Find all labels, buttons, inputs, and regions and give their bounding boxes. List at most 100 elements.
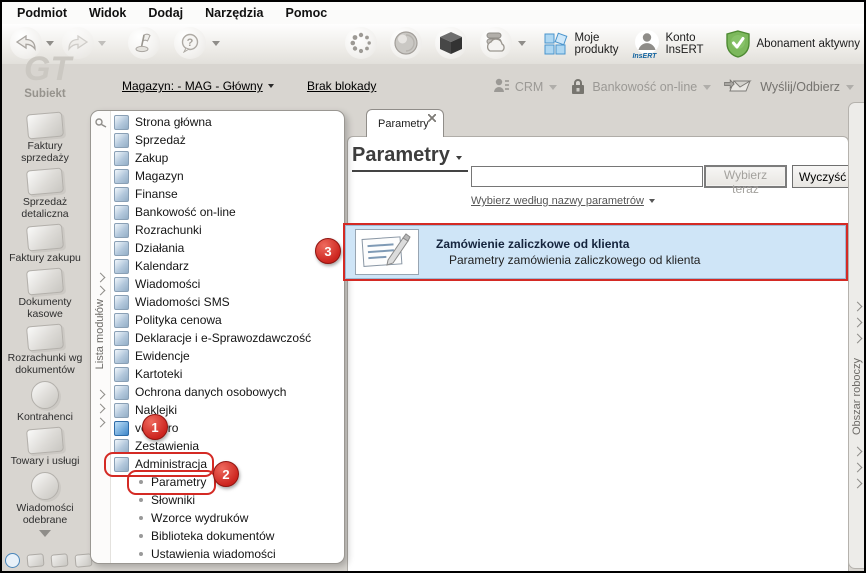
tree-item-label: Ustawienia wiadomości — [151, 547, 276, 561]
tab-parametry[interactable]: Parametry — [366, 109, 444, 137]
bankowosc-dropdown-icon — [703, 84, 712, 90]
sidebar-item-faktury-sprzedazy[interactable]: Faktury sprzedaży — [4, 111, 86, 164]
crm-button[interactable]: CRM — [493, 78, 558, 96]
tree-item-sprzedaz[interactable]: Sprzedaż — [110, 131, 343, 149]
tree-item-ochrona-danych[interactable]: Ochrona danych osobowych — [110, 383, 343, 401]
mini-module-icon[interactable] — [50, 553, 69, 568]
tree-item-kalendarz[interactable]: Kalendarz — [110, 257, 343, 275]
moje-produkty-button[interactable]: Moje produkty — [543, 31, 624, 57]
bullet-icon — [137, 516, 145, 520]
tree-item-label: Ewidencje — [135, 349, 190, 363]
tree-item-kartoteki[interactable]: Kartoteki — [110, 365, 343, 383]
tree-item-label: Wiadomości SMS — [135, 295, 230, 309]
menu-dodaj[interactable]: Dodaj — [137, 4, 194, 22]
tree-item-slowniki[interactable]: Słowniki — [110, 491, 343, 509]
sidebar-label: Faktury zakupu — [9, 252, 81, 264]
help-button[interactable]: ? — [174, 27, 206, 59]
bankowosc-button[interactable]: Bankowość on-line — [570, 79, 712, 95]
database-cloud-icon — [486, 32, 505, 52]
vendero-icon — [114, 420, 129, 436]
mini-module-icon[interactable] — [5, 553, 20, 568]
page-title[interactable]: Parametry — [352, 144, 468, 172]
bankowosc-label: Bankowość on-line — [592, 80, 698, 94]
parameter-card-zamowienie-zaliczkowe[interactable]: Zamówienie zaliczkowe od klienta Paramet… — [345, 225, 846, 279]
menu-widok[interactable]: Widok — [78, 4, 137, 22]
chevron-right-icon[interactable] — [95, 285, 106, 296]
sidebar-label: Rozrachunki wg dokumentów — [7, 352, 83, 376]
products-grid-icon — [544, 32, 568, 55]
tree-item-biblioteka-dokumentow[interactable]: Biblioteka dokumentów — [110, 527, 343, 545]
back-dropdown-icon[interactable] — [46, 41, 54, 46]
tree-item-deklaracje[interactable]: Deklaracje i e-Sprawozdawczość — [110, 329, 343, 347]
tree-item-dzialania[interactable]: Działania — [110, 239, 343, 257]
refresh-button[interactable] — [345, 27, 377, 59]
tree-item-label: Rozrachunki — [135, 223, 202, 237]
sidebar-item-wiadomosci-odebrane[interactable]: Wiadomości odebrane — [4, 472, 86, 526]
tree-item-rozrachunki[interactable]: Rozrachunki — [110, 221, 343, 239]
menu-podmiot[interactable]: Podmiot — [6, 4, 78, 22]
magazyn-selector[interactable]: Magazyn: - MAG - Główny — [122, 79, 274, 93]
sidebar-item-kontrahenci[interactable]: Kontrahenci — [4, 381, 86, 423]
wybierz-teraz-button[interactable]: Wybierz teraz — [704, 165, 787, 196]
menu-pomoc[interactable]: Pomoc — [274, 4, 338, 22]
sidebar-item-faktury-zakupu[interactable]: Faktury zakupu — [4, 223, 86, 264]
brak-blokady-label: Brak blokady — [307, 79, 377, 93]
globe-button[interactable] — [390, 27, 422, 59]
help-dropdown-icon[interactable] — [212, 41, 220, 46]
tree-item-label: Kartoteki — [135, 367, 183, 381]
konto-insert-button[interactable]: InsERT Konto InsERT — [632, 29, 715, 60]
archive-button[interactable] — [480, 27, 512, 59]
chevron-right-icon[interactable] — [95, 389, 106, 400]
tree-item-naklejki[interactable]: Naklejki — [110, 401, 343, 419]
parameter-search-input[interactable] — [471, 166, 703, 187]
sidebar-item-towary-i-uslugi[interactable]: Towary i usługi — [4, 426, 86, 467]
chevron-right-icon[interactable] — [95, 272, 106, 283]
bullet-icon — [137, 552, 145, 556]
chevron-right-icon — [852, 462, 863, 473]
bullet-icon — [137, 534, 145, 538]
pin-icon[interactable] — [94, 118, 107, 128]
mini-module-icon[interactable] — [26, 553, 45, 568]
tree-item-strona-glowna[interactable]: Strona główna — [110, 113, 343, 131]
tree-item-wzorce-wydrukow[interactable]: Wzorce wydruków — [110, 509, 343, 527]
context-bar: Magazyn: - MAG - Główny Brak blokady CRM… — [88, 64, 864, 108]
abonament-label: Abonament aktywny — [756, 37, 860, 50]
brak-blokady-link[interactable]: Brak blokady — [307, 79, 376, 93]
tree-item-bankowosc-online[interactable]: Bankowość on-line — [110, 203, 343, 221]
strona-glowna-icon — [114, 114, 129, 130]
chevron-right-icon[interactable] — [95, 403, 106, 414]
wyslij-odbierz-button[interactable]: Wyślij/Odbierz — [724, 77, 854, 97]
module-list-panel: Lista modułów Strona główna Sprzedaż Zak… — [90, 110, 345, 564]
tree-item-zakup[interactable]: Zakup — [110, 149, 343, 167]
zestawienia-icon — [114, 438, 129, 454]
archive-dropdown-icon[interactable] — [518, 41, 526, 46]
tab-close-icon[interactable] — [428, 114, 436, 122]
wyczysc-button[interactable]: Wyczyść — [792, 165, 849, 188]
menu-narzedzia[interactable]: Narzędzia — [194, 4, 274, 22]
flag-button[interactable] — [128, 27, 160, 59]
tree-item-label: Kalendarz — [135, 259, 190, 273]
abonament-button[interactable]: Abonament aktywny — [725, 30, 860, 58]
tree-item-ewidencje[interactable]: Ewidencje — [110, 347, 343, 365]
tree-item-finanse[interactable]: Finanse — [110, 185, 343, 203]
sidebar-label: Sprzedaż detaliczna — [21, 196, 69, 220]
forward-dropdown-icon[interactable] — [98, 41, 106, 46]
tree-item-magazyn[interactable]: Magazyn — [110, 167, 343, 185]
obszar-roboczy-strip[interactable]: Obszar roboczy — [848, 102, 864, 569]
tree-item-ustawienia-wiadomosci[interactable]: Ustawienia wiadomości — [110, 545, 343, 563]
tree-item-zestawienia[interactable]: Zestawienia — [110, 437, 343, 455]
filter-by-name-link[interactable]: Wybierz według nazwy parametrów — [471, 195, 655, 207]
sidebar-item-dokumenty-kasowe[interactable]: Dokumenty kasowe — [4, 267, 86, 320]
tree-item-polityka-cenowa[interactable]: Polityka cenowa — [110, 311, 343, 329]
sidebar-item-rozrachunki[interactable]: Rozrachunki wg dokumentów — [4, 323, 86, 376]
sidebar-more-icon[interactable] — [39, 530, 51, 537]
chevron-right-icon[interactable] — [95, 417, 106, 428]
help-icon: ? — [181, 33, 199, 53]
sidebar-item-sprzedaz-detaliczna[interactable]: Sprzedaż detaliczna — [4, 167, 86, 220]
bank-icon — [572, 79, 585, 94]
faktury-zakupu-icon — [25, 223, 65, 252]
tree-item-wiadomosci[interactable]: Wiadomości — [110, 275, 343, 293]
cube-icon — [440, 32, 462, 54]
cube-button[interactable] — [435, 27, 467, 59]
tree-item-wiadomosci-sms[interactable]: Wiadomości SMS — [110, 293, 343, 311]
